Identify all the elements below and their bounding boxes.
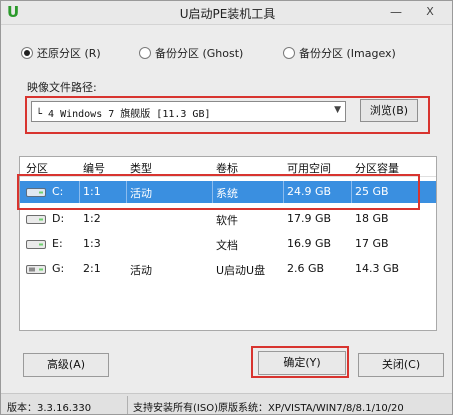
drive-icon: [26, 240, 46, 249]
image-path-label: 映像文件路径:: [27, 81, 97, 94]
table-row[interactable]: G: 2:1 活动 U启动U盘 2.6 GB 14.3 GB: [20, 258, 436, 280]
cell-number: 2:1: [83, 262, 101, 275]
cell-size: 18 GB: [355, 212, 389, 225]
cell-label: 软件: [216, 214, 238, 227]
highlight-box-row: [17, 174, 420, 210]
cell-size: 14.3 GB: [355, 262, 400, 275]
cell-type: 活动: [130, 264, 152, 277]
cell-label: U启动U盘: [216, 264, 266, 277]
advanced-button[interactable]: 高级(A): [23, 353, 109, 377]
status-bar: 版本：3.3.16.330 支持安装所有(ISO)原版系统：XP/VISTA/W…: [1, 393, 452, 414]
cell-size: 17 GB: [355, 237, 389, 250]
table-row[interactable]: E: 1:3 文档 16.9 GB 17 GB: [20, 233, 436, 255]
drive-icon: [26, 215, 46, 224]
cell-label: 文档: [216, 239, 238, 252]
radio-backup-imagex-indicator[interactable]: [283, 47, 295, 59]
cell-number: 1:2: [83, 212, 101, 225]
cell-free: 17.9 GB: [287, 212, 332, 225]
radio-restore[interactable]: 还原分区 (R): [21, 45, 101, 61]
window-close-button[interactable]: X: [413, 1, 447, 23]
minimize-button[interactable]: —: [385, 1, 407, 23]
radio-backup-ghost-indicator[interactable]: [139, 47, 151, 59]
close-button[interactable]: 关闭(C): [358, 353, 444, 377]
version-text: 版本：3.3.16.330: [7, 403, 92, 414]
cell-drive: D:: [52, 212, 65, 225]
radio-backup-ghost-label: 备份分区 (Ghost): [155, 47, 244, 60]
highlight-box-path: [25, 96, 430, 134]
status-divider: [127, 396, 128, 414]
usb-drive-icon: [26, 265, 46, 274]
cell-free: 16.9 GB: [287, 237, 332, 250]
cell-drive: G:: [52, 262, 65, 275]
support-text: 支持安装所有(ISO)原版系统：XP/VISTA/WIN7/8/8.1/10/2…: [133, 403, 404, 414]
highlight-box-ok: [251, 346, 349, 378]
radio-restore-indicator[interactable]: [21, 47, 33, 59]
installer-window: U U启动PE装机工具 — X 还原分区 (R) 备份分区 (Ghost) 备份…: [0, 0, 453, 415]
radio-restore-label: 还原分区 (R): [37, 47, 101, 60]
radio-backup-imagex-label: 备份分区 (Imagex): [299, 47, 396, 60]
cell-drive: E:: [52, 237, 63, 250]
cell-number: 1:3: [83, 237, 101, 250]
cell-free: 2.6 GB: [287, 262, 325, 275]
table-row[interactable]: D: 1:2 软件 17.9 GB 18 GB: [20, 208, 436, 230]
title-bar: U U启动PE装机工具 — X: [1, 1, 452, 25]
radio-backup-imagex[interactable]: 备份分区 (Imagex): [283, 45, 396, 61]
radio-backup-ghost[interactable]: 备份分区 (Ghost): [139, 45, 243, 61]
